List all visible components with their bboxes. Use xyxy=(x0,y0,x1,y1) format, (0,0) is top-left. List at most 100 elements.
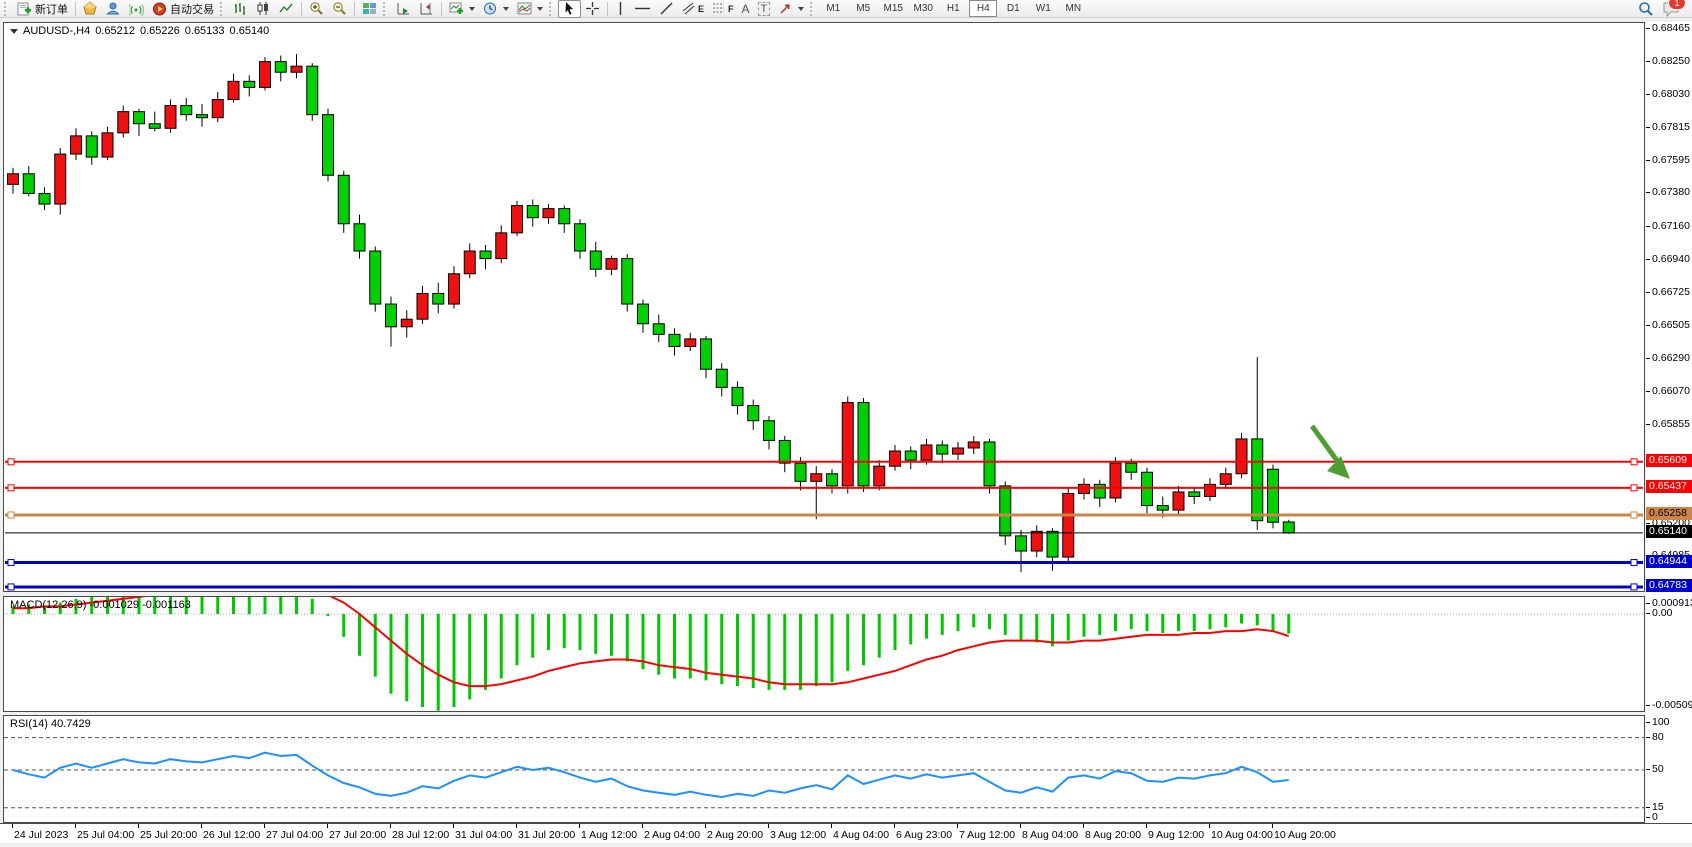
periods-button[interactable] xyxy=(479,0,513,18)
chart-title: AUDUSD-,H4 0.65212 0.65226 0.65133 0.651… xyxy=(10,25,269,37)
auto-scroll-button[interactable] xyxy=(392,0,415,18)
autotrade-label: 自动交易 xyxy=(170,1,214,17)
hline-handle[interactable] xyxy=(1631,560,1637,566)
hline-handle[interactable] xyxy=(1631,512,1637,518)
channel-tool-button[interactable]: E xyxy=(678,0,708,18)
candle xyxy=(527,200,538,227)
time-label: 27 Jul 04:00 xyxy=(266,829,323,841)
time-label: 27 Jul 20:00 xyxy=(329,829,386,841)
tile-windows-button[interactable] xyxy=(358,0,381,18)
candle xyxy=(102,127,113,160)
timeframe-h4-button[interactable]: H4 xyxy=(969,0,997,17)
hline-handle[interactable] xyxy=(8,560,14,566)
candle xyxy=(638,300,649,333)
timeframe-m5-button[interactable]: M5 xyxy=(849,0,877,17)
candle xyxy=(890,445,901,471)
time-label: 10 Aug 20:00 xyxy=(1274,829,1336,841)
hline-handle[interactable] xyxy=(8,485,14,491)
bar-chart-button[interactable] xyxy=(229,0,252,18)
time-label: 4 Aug 04:00 xyxy=(833,829,889,841)
vline-tool-button[interactable] xyxy=(611,0,630,18)
chart-low-value: 0.65133 xyxy=(185,25,225,37)
candle xyxy=(1252,357,1263,530)
macd-tick: -0.005093 xyxy=(1652,699,1692,711)
autotrade-button[interactable]: 自动交易 xyxy=(148,0,218,18)
zoom-out-button[interactable] xyxy=(328,0,351,18)
candle xyxy=(1016,530,1027,572)
timeframe-m1-button[interactable]: M1 xyxy=(819,0,847,17)
hline-handle[interactable] xyxy=(1631,459,1637,465)
notifications-button[interactable]: 1 xyxy=(1662,1,1680,17)
templates-icon xyxy=(517,1,532,16)
hline-tool-button[interactable] xyxy=(630,0,655,18)
hline-handle[interactable] xyxy=(1631,485,1637,491)
price-pane[interactable] xyxy=(3,22,1645,592)
candle xyxy=(559,206,570,233)
templates-button[interactable] xyxy=(513,0,547,18)
hline-handle[interactable] xyxy=(8,459,14,465)
price-tick: 0.68250 xyxy=(1652,55,1690,67)
rsi-tick: 100 xyxy=(1652,716,1670,728)
time-label: 9 Aug 12:00 xyxy=(1148,829,1204,841)
candle xyxy=(307,63,318,121)
candle xyxy=(984,439,995,494)
signals-button[interactable] xyxy=(125,0,148,18)
text-tool-button[interactable]: A xyxy=(738,0,754,18)
macd-pane[interactable] xyxy=(3,596,1645,712)
metaeditor-button[interactable] xyxy=(79,0,102,18)
label-tool-button[interactable]: T xyxy=(754,0,775,18)
fibonacci-tool-button[interactable]: F xyxy=(708,0,738,18)
cursor-tool-button[interactable] xyxy=(558,0,581,18)
search-icon[interactable] xyxy=(1638,1,1654,17)
candlestick-button[interactable] xyxy=(252,0,275,18)
annotation-arrow[interactable] xyxy=(1312,426,1350,479)
candle xyxy=(386,296,397,346)
price-axis[interactable]: 0.684650.682500.680300.678150.675950.673… xyxy=(1646,22,1692,823)
notification-badge: 1 xyxy=(1668,0,1686,10)
candle xyxy=(291,54,302,78)
time-axis[interactable]: 24 Jul 202325 Jul 04:0025 Jul 20:0026 Ju… xyxy=(0,823,1692,843)
candle xyxy=(1205,478,1216,501)
price-tick: 0.67595 xyxy=(1652,154,1690,166)
timeframe-m15-button[interactable]: M15 xyxy=(879,0,907,17)
fibonacci-icon xyxy=(712,1,725,16)
time-label: 2 Aug 04:00 xyxy=(644,829,700,841)
toolbar-grip[interactable] xyxy=(4,2,9,16)
crosshair-tool-button[interactable] xyxy=(581,0,604,18)
candle xyxy=(512,201,523,236)
candle xyxy=(905,446,916,469)
line-chart-button[interactable] xyxy=(275,0,298,18)
hline-handle[interactable] xyxy=(1631,584,1637,590)
community-button[interactable] xyxy=(102,0,125,18)
trendline-tool-button[interactable] xyxy=(655,0,678,18)
autotrade-icon xyxy=(152,1,167,16)
candle xyxy=(496,225,507,263)
new-chart-button[interactable] xyxy=(445,0,479,18)
candle xyxy=(480,245,491,269)
timeframe-h1-button[interactable]: H1 xyxy=(939,0,967,17)
candle xyxy=(764,416,775,449)
chart-shift-button[interactable] xyxy=(415,0,438,18)
timeframe-m30-button[interactable]: M30 xyxy=(909,0,937,17)
hline-handle[interactable] xyxy=(8,584,14,590)
candle xyxy=(1094,480,1105,507)
text-tool-letter: A xyxy=(742,2,750,16)
timeframe-mn-button[interactable]: MN xyxy=(1059,0,1087,17)
price-label-0.65140: 0.65140 xyxy=(1646,525,1692,538)
candle xyxy=(811,466,822,519)
candle xyxy=(55,148,66,215)
hline-handle[interactable] xyxy=(8,512,14,518)
candle xyxy=(464,243,475,278)
rsi-pane[interactable] xyxy=(3,715,1645,823)
price-tick: 0.67815 xyxy=(1652,121,1690,133)
chart-expander-icon[interactable] xyxy=(10,29,18,34)
new-order-button[interactable]: 新订单 xyxy=(13,0,72,18)
new-order-label: 新订单 xyxy=(35,1,68,17)
time-label: 6 Aug 23:00 xyxy=(896,829,952,841)
timeframe-w1-button[interactable]: W1 xyxy=(1029,0,1057,17)
price-tick: 0.66940 xyxy=(1652,253,1690,265)
zoom-in-button[interactable] xyxy=(305,0,328,18)
timeframe-d1-button[interactable]: D1 xyxy=(999,0,1027,17)
arrows-tool-button[interactable] xyxy=(774,0,808,18)
candle xyxy=(968,436,979,454)
